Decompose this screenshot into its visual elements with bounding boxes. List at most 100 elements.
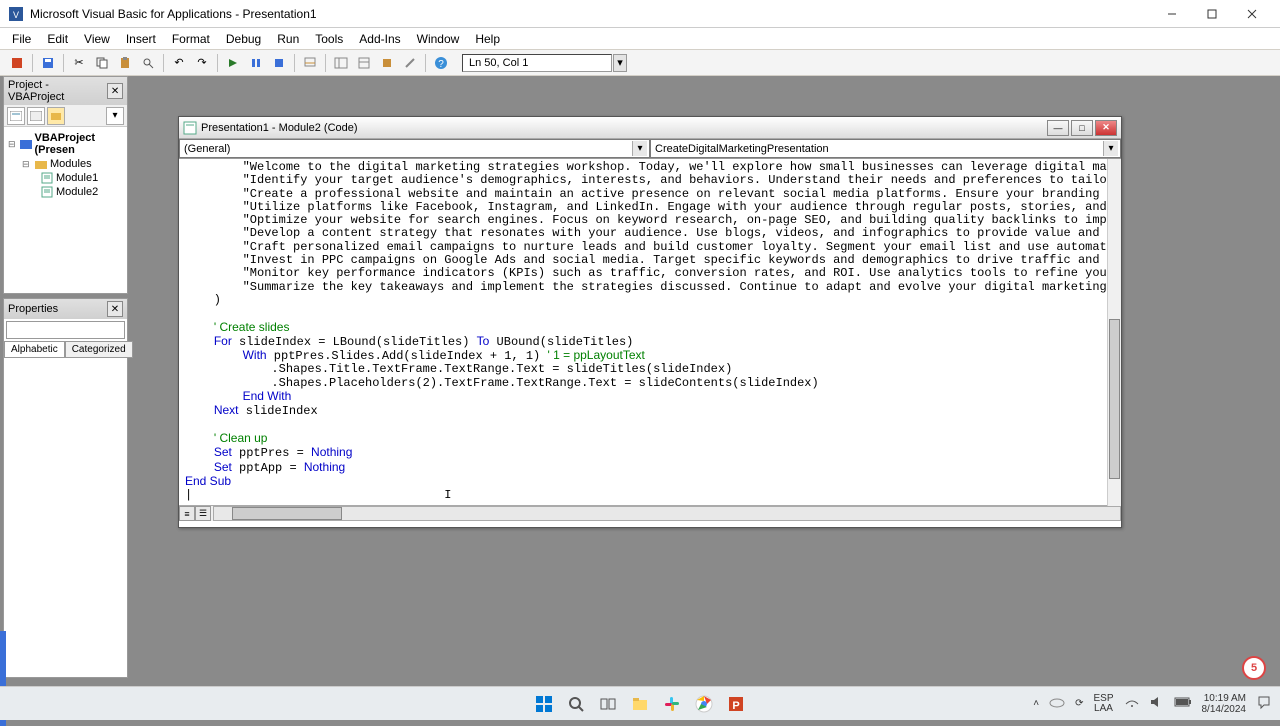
save-icon[interactable] [37, 52, 59, 74]
copy-icon[interactable] [91, 52, 113, 74]
project-toolbar-overflow[interactable]: ▾ [106, 107, 124, 125]
code-close-button[interactable]: ✕ [1095, 120, 1117, 136]
properties-close-icon[interactable]: ✕ [107, 301, 123, 317]
lang-line1: ESP [1093, 694, 1113, 704]
code-window: Presentation1 - Module2 (Code) — □ ✕ (Ge… [178, 116, 1122, 528]
hscroll-thumb[interactable] [232, 507, 342, 520]
project-title-label: Project - VBAProject [8, 79, 107, 103]
updates-icon[interactable]: ⟳ [1075, 698, 1083, 709]
procedure-combo-value: CreateDigitalMarketingPresentation [655, 143, 829, 155]
notification-badge[interactable]: 5 [1242, 656, 1266, 680]
svg-text:?: ? [438, 59, 444, 70]
slack-icon[interactable] [658, 690, 686, 718]
titlebar: V Microsoft Visual Basic for Application… [0, 0, 1280, 28]
volume-icon[interactable] [1150, 696, 1164, 711]
design-mode-icon[interactable] [299, 52, 321, 74]
tree-root[interactable]: ⊟ VBAProject (Presen [8, 131, 123, 157]
maximize-button[interactable] [1192, 2, 1232, 26]
linecol-dropdown[interactable]: ▾ [613, 54, 627, 72]
properties-panel: Properties ✕ Alphabetic Categorized [3, 298, 128, 678]
full-module-view-icon[interactable]: ☰ [195, 506, 211, 521]
menu-help[interactable]: Help [467, 30, 508, 48]
close-button[interactable] [1232, 2, 1272, 26]
wifi-icon[interactable] [1124, 696, 1140, 711]
object-combo[interactable]: (General) [179, 139, 650, 158]
powerpoint-icon[interactable]: P [722, 690, 750, 718]
code-window-icon [183, 121, 197, 135]
procedure-view-icon[interactable]: ≡ [179, 506, 195, 521]
menu-edit[interactable]: Edit [39, 30, 76, 48]
module2-label: Module2 [56, 186, 98, 198]
view-object-icon[interactable] [27, 107, 45, 125]
language-indicator[interactable]: ESP LAA [1093, 694, 1113, 714]
properties-tabs: Alphabetic Categorized [4, 341, 127, 358]
system-tray: ˄ ⟳ ESP LAA 10:19 AM 8/14/2024 [1033, 693, 1272, 715]
code-editor[interactable]: "Welcome to the digital marketing strate… [179, 159, 1121, 505]
menu-view[interactable]: View [76, 30, 118, 48]
file-explorer-icon[interactable] [626, 690, 654, 718]
horizontal-scrollbar[interactable] [213, 506, 1121, 521]
clock[interactable]: 10:19 AM 8/14/2024 [1202, 693, 1247, 715]
tree-modules-folder[interactable]: ⊟ Modules [8, 157, 123, 171]
code-minimize-button[interactable]: — [1047, 120, 1069, 136]
procedure-combo[interactable]: CreateDigitalMarketingPresentation [650, 139, 1121, 158]
battery-icon[interactable] [1174, 697, 1192, 710]
properties-object-combo[interactable] [6, 321, 125, 339]
object-combo-value: (General) [184, 143, 230, 155]
reset-icon[interactable] [268, 52, 290, 74]
view-ppt-icon[interactable] [6, 52, 28, 74]
module-icon [40, 186, 54, 198]
break-icon[interactable] [245, 52, 267, 74]
onedrive-icon[interactable] [1049, 696, 1065, 711]
toggle-folders-icon[interactable] [47, 107, 65, 125]
cut-icon[interactable]: ✂ [68, 52, 90, 74]
tray-chevron-icon[interactable]: ˄ [1033, 698, 1039, 709]
vba-app-icon: V [8, 6, 24, 22]
search-icon[interactable] [562, 690, 590, 718]
project-explorer-panel: Project - VBAProject ✕ ▾ ⊟ VBAProject (P… [3, 76, 128, 294]
paste-icon[interactable] [114, 52, 136, 74]
module-icon [40, 172, 54, 184]
minimize-button[interactable] [1152, 2, 1192, 26]
project-panel-close-icon[interactable]: ✕ [107, 83, 123, 99]
line-col-indicator: Ln 50, Col 1 [462, 54, 612, 72]
toolbar: ✂ ↶ ↷ ? Ln 50, Col 1 ▾ [0, 50, 1280, 76]
menu-window[interactable]: Window [409, 30, 468, 48]
view-code-icon[interactable] [7, 107, 25, 125]
project-tree[interactable]: ⊟ VBAProject (Presen ⊟ Modules Module1 M… [4, 127, 127, 203]
code-window-titlebar[interactable]: Presentation1 - Module2 (Code) — □ ✕ [179, 117, 1121, 139]
menu-tools[interactable]: Tools [307, 30, 351, 48]
vscroll-thumb[interactable] [1109, 319, 1120, 479]
tree-module1[interactable]: Module1 [8, 171, 123, 185]
menu-file[interactable]: File [4, 30, 39, 48]
redo-icon[interactable]: ↷ [191, 52, 213, 74]
vertical-scrollbar[interactable] [1107, 159, 1121, 511]
expander-icon[interactable]: ⊟ [8, 139, 17, 150]
toolbox-icon[interactable] [399, 52, 421, 74]
code-text[interactable]: "Welcome to the digital marketing strate… [179, 159, 1121, 504]
notifications-icon[interactable] [1256, 694, 1272, 713]
undo-icon[interactable]: ↶ [168, 52, 190, 74]
task-view-icon[interactable] [594, 690, 622, 718]
tree-module2[interactable]: Module2 [8, 185, 123, 199]
find-icon[interactable] [137, 52, 159, 74]
project-icon [19, 138, 33, 150]
menu-insert[interactable]: Insert [118, 30, 164, 48]
code-maximize-button[interactable]: □ [1071, 120, 1093, 136]
help-icon[interactable]: ? [430, 52, 452, 74]
menu-addins[interactable]: Add-Ins [351, 30, 408, 48]
expander-icon[interactable]: ⊟ [22, 159, 32, 170]
project-explorer-icon[interactable] [330, 52, 352, 74]
tab-categorized[interactable]: Categorized [65, 341, 133, 358]
taskbar: P ˄ ⟳ ESP LAA 10:19 AM 8/14/2024 [0, 686, 1280, 720]
tab-alphabetic[interactable]: Alphabetic [4, 341, 65, 358]
properties-icon[interactable] [353, 52, 375, 74]
object-browser-icon[interactable] [376, 52, 398, 74]
start-button[interactable] [530, 690, 558, 718]
chrome-icon[interactable] [690, 690, 718, 718]
menu-debug[interactable]: Debug [218, 30, 269, 48]
menu-format[interactable]: Format [164, 30, 218, 48]
run-icon[interactable] [222, 52, 244, 74]
project-panel-title: Project - VBAProject ✕ [4, 77, 127, 105]
menu-run[interactable]: Run [269, 30, 307, 48]
